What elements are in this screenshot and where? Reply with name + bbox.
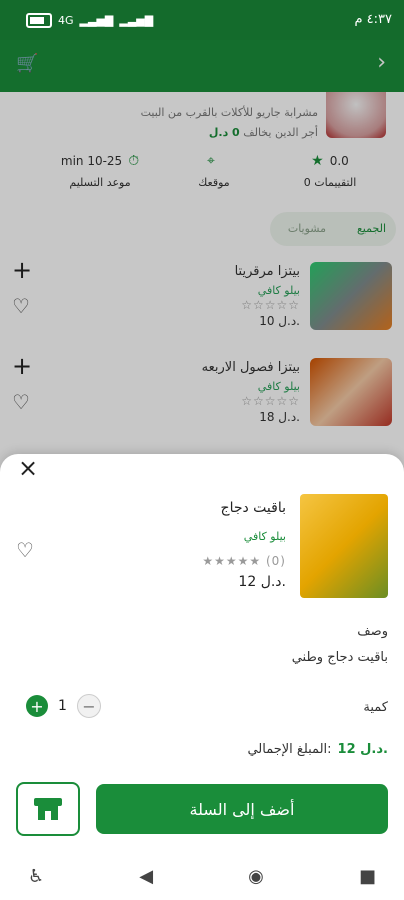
quantity-value: 1 bbox=[58, 698, 67, 714]
accessibility-icon[interactable]: ♿ bbox=[28, 866, 44, 887]
battery-icon bbox=[26, 13, 52, 28]
status-time: ٤:٣٧ م bbox=[354, 12, 392, 27]
system-nav-bar: ♿ ◀ ◉ ■ bbox=[0, 852, 404, 900]
description-text: باقيت دجاج وطني bbox=[291, 650, 388, 665]
increase-quantity-button[interactable]: + bbox=[26, 695, 48, 717]
product-rating: ★★★★★ (0) bbox=[202, 554, 286, 568]
signal-icon-2: ▂▃▅▇ bbox=[119, 14, 154, 27]
product-title: باقيت دجاج bbox=[220, 500, 286, 516]
add-to-cart-button[interactable]: أضف إلى السلة bbox=[96, 784, 388, 834]
product-image bbox=[300, 494, 388, 598]
home-circle-icon[interactable]: ◉ bbox=[248, 866, 264, 887]
signal-icon: ▂▃▅▇ bbox=[79, 14, 114, 27]
product-brand: بيلو كافي bbox=[243, 530, 286, 543]
modal-overlay[interactable] bbox=[0, 40, 404, 472]
heart-icon[interactable]: ♡ bbox=[16, 538, 34, 562]
back-triangle-icon[interactable]: ◀ bbox=[139, 866, 153, 887]
total-value: 12 د.ل. bbox=[337, 742, 388, 757]
action-bar: أضف إلى السلة bbox=[16, 782, 388, 836]
total-row: المبلغ الإجمالي: 12 د.ل. bbox=[247, 742, 388, 757]
status-bar: 4G ▂▃▅▇ ▂▃▅▇ ٤:٣٧ م bbox=[0, 0, 404, 40]
product-bottom-sheet: × باقيت دجاج بيلو كافي ★★★★★ (0) 12 د.ل.… bbox=[0, 454, 404, 900]
close-icon[interactable]: × bbox=[18, 454, 38, 482]
store-button[interactable] bbox=[16, 782, 80, 836]
store-icon bbox=[34, 798, 62, 820]
total-label: المبلغ الإجمالي: bbox=[247, 742, 332, 757]
description-label: وصف bbox=[357, 624, 388, 639]
quantity-stepper: + 1 − bbox=[26, 694, 101, 718]
decrease-quantity-button[interactable]: − bbox=[76, 694, 101, 718]
quantity-label: كمية bbox=[363, 700, 388, 715]
status-icons: 4G ▂▃▅▇ ▂▃▅▇ bbox=[26, 13, 153, 28]
network-label: 4G bbox=[58, 14, 74, 27]
recent-square-icon[interactable]: ■ bbox=[359, 866, 376, 887]
product-price: 12 د.ل. bbox=[238, 574, 286, 590]
